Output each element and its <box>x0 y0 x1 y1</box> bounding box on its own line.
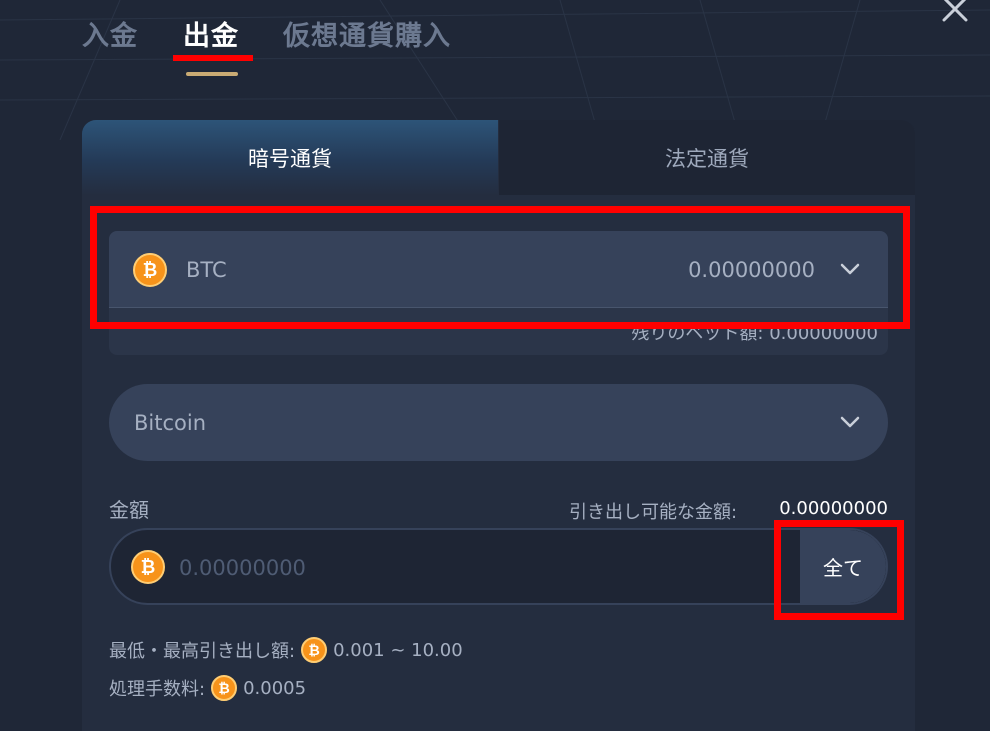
limits-value: 0.001 ~ 10.00 <box>333 639 463 661</box>
tab-crypto[interactable]: 暗号通貨 <box>82 120 498 195</box>
network-select[interactable]: Bitcoin <box>109 384 888 461</box>
amount-input-group: ₿ 全て <box>109 528 888 605</box>
tab-fiat[interactable]: 法定通貨 <box>499 120 915 195</box>
fee-label: 処理手数料: <box>109 679 206 700</box>
chevron-down-icon <box>840 263 860 275</box>
available-amount-label: 引き出し可能な金額: <box>569 502 738 523</box>
withdraw-limits: 最低・最高引き出し額: ₿ 0.001 ~ 10.00 <box>109 637 463 663</box>
processing-fee: 処理手数料: ₿ 0.0005 <box>109 675 306 701</box>
bitcoin-icon: ₿ <box>131 550 165 584</box>
withdraw-panel: 暗号通貨 法定通貨 ₿ BTC 0.00000000 残りのベット額: 0.00… <box>82 120 915 731</box>
amount-input[interactable] <box>179 550 719 586</box>
bitcoin-icon: ₿ <box>301 637 328 663</box>
network-label: Bitcoin <box>134 411 207 435</box>
currency-code: BTC <box>186 258 227 282</box>
fee-value: 0.0005 <box>243 677 307 699</box>
highlight-underline <box>173 55 253 61</box>
close-icon[interactable] <box>938 0 972 26</box>
max-amount-button[interactable]: 全て <box>800 530 886 603</box>
amount-label: 金額 <box>109 498 149 522</box>
active-tab-indicator <box>186 72 238 76</box>
currency-type-tabs: 暗号通貨 法定通貨 <box>82 120 915 195</box>
bet-remaining-text: 残りのベット額: 0.00000000 <box>631 323 878 344</box>
available-amount-value: 0.00000000 <box>779 498 888 519</box>
currency-balance: 0.00000000 <box>688 258 815 282</box>
chevron-down-icon <box>840 416 860 428</box>
tab-buy-crypto[interactable]: 仮想通貨購入 <box>283 14 451 53</box>
currency-select[interactable]: ₿ BTC 0.00000000 <box>109 231 888 308</box>
bitcoin-icon: ₿ <box>211 675 238 701</box>
currency-block: ₿ BTC 0.00000000 残りのベット額: 0.00000000 <box>109 231 888 355</box>
limits-label: 最低・最高引き出し額: <box>109 641 296 662</box>
tab-withdraw[interactable]: 出金 <box>183 14 239 53</box>
background-grid <box>0 0 990 140</box>
bitcoin-icon: ₿ <box>133 253 167 287</box>
tab-deposit[interactable]: 入金 <box>82 14 138 53</box>
